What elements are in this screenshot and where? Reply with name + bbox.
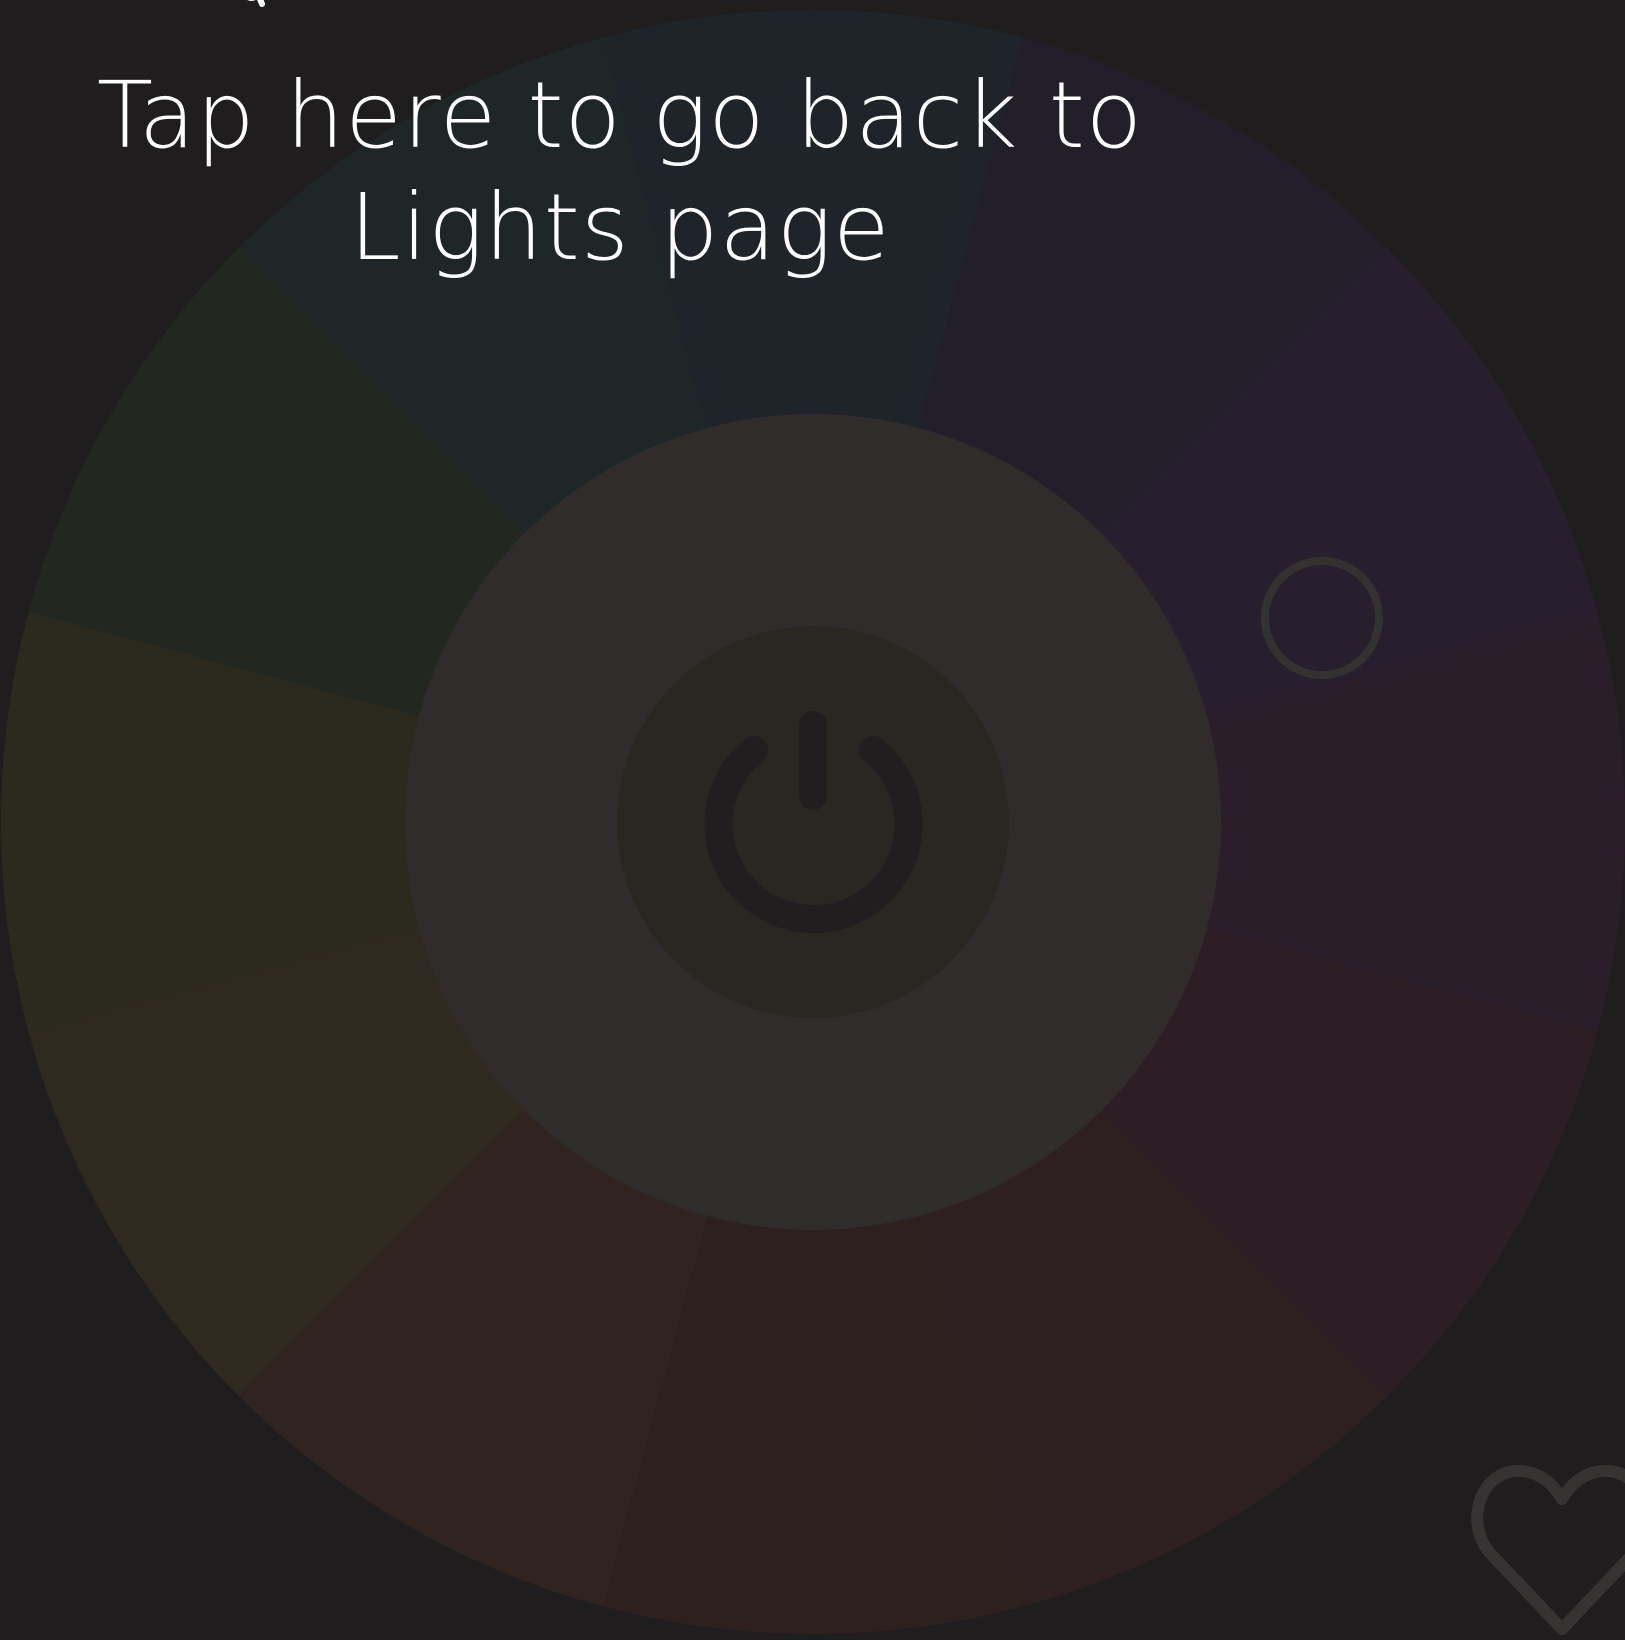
favorite-button[interactable] (1470, 1455, 1625, 1640)
tooltip-pointer (242, 0, 272, 12)
heart-icon (1471, 1465, 1625, 1635)
tooltip-line-2: Lights page (349, 174, 891, 281)
tooltip-line-1: Tap here to go back to (96, 62, 1144, 169)
tooltip-back-to-lights[interactable]: Tap here to go back to Lights page (60, 60, 1180, 284)
power-button[interactable] (617, 626, 1009, 1018)
